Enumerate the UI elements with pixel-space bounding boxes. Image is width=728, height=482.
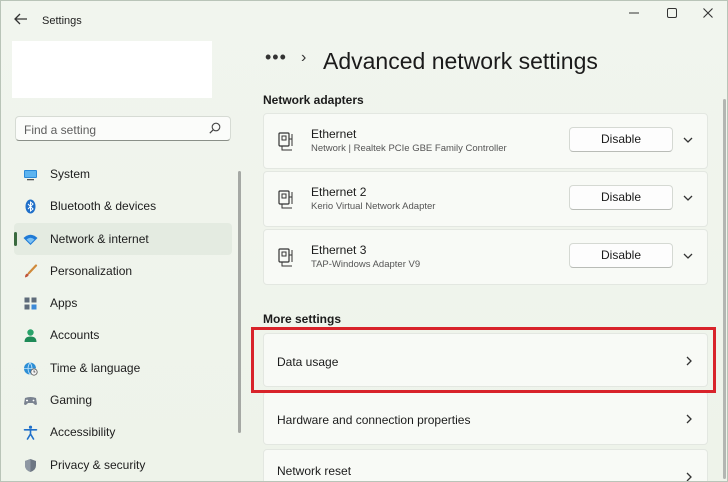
accounts-icon xyxy=(24,329,37,343)
sidebar-item-label: Accessibility xyxy=(50,425,116,440)
sidebar-item-accessibility[interactable]: Accessibility xyxy=(14,416,232,448)
settings-window: Settings Find a setting System Bluetooth… xyxy=(0,0,728,482)
sidebar-item-apps[interactable]: Apps xyxy=(14,287,232,319)
chevron-down-icon[interactable] xyxy=(681,191,695,205)
adapter-description: Kerio Virtual Network Adapter xyxy=(311,201,436,212)
disable-button[interactable]: Disable xyxy=(569,185,673,210)
back-button[interactable] xyxy=(12,12,30,28)
sidebar-item-label: Apps xyxy=(50,296,78,311)
shield-icon xyxy=(25,458,36,472)
sidebar-item-label: Personalization xyxy=(50,263,133,278)
search-input[interactable]: Find a setting xyxy=(15,116,231,141)
search-icon[interactable] xyxy=(208,121,222,135)
sidebar-item-label: System xyxy=(50,167,91,181)
maximize-button[interactable] xyxy=(662,7,682,23)
setting-label: Network reset xyxy=(277,464,352,478)
sidebar-item-label: Time & language xyxy=(50,360,141,375)
setting-row-network-reset[interactable]: Network reset xyxy=(263,449,708,481)
disable-button[interactable]: Disable xyxy=(569,127,673,152)
adapter-card[interactable]: Ethernet Network | Realtek PCIe GBE Fami… xyxy=(263,113,708,169)
breadcrumb-more-button[interactable]: ••• xyxy=(265,47,287,68)
chevron-down-icon[interactable] xyxy=(681,249,695,263)
sidebar-item-system[interactable]: System xyxy=(14,158,232,190)
adapter-name: Ethernet 3 xyxy=(311,243,367,257)
ethernet-icon xyxy=(278,248,293,267)
adapter-card[interactable]: Ethernet 2 Kerio Virtual Network Adapter… xyxy=(263,171,708,227)
adapter-name: Ethernet xyxy=(311,127,357,141)
sidebar-item-accounts[interactable]: Accounts xyxy=(14,319,232,351)
search-placeholder: Find a setting xyxy=(24,123,97,137)
sidebar-item-time-language[interactable]: Time & language xyxy=(14,352,232,384)
section-title-more-settings: More settings xyxy=(263,312,342,326)
sidebar-item-label: Bluetooth & devices xyxy=(50,199,157,214)
close-icon xyxy=(703,8,713,18)
title-bar: Settings xyxy=(1,1,727,37)
breadcrumb-separator: › xyxy=(301,49,307,66)
chevron-right-icon xyxy=(686,472,692,481)
network-wifi-icon xyxy=(23,234,38,245)
disable-button[interactable]: Disable xyxy=(569,243,673,268)
accessibility-icon xyxy=(23,425,38,441)
chevron-down-icon[interactable] xyxy=(681,133,695,147)
adapter-description: Network | Realtek PCIe GBE Family Contro… xyxy=(311,143,507,154)
apps-icon xyxy=(24,297,37,310)
sidebar-item-label: Privacy & security xyxy=(50,457,146,472)
back-arrow-icon xyxy=(14,13,27,25)
setting-label: Hardware and connection properties xyxy=(277,413,471,427)
section-title-network-adapters: Network adapters xyxy=(263,93,364,107)
adapter-card[interactable]: Ethernet 3 TAP-Windows Adapter V9 Disabl… xyxy=(263,229,708,285)
gamepad-icon xyxy=(24,397,37,406)
minimize-button[interactable] xyxy=(624,7,644,23)
user-profile-card[interactable] xyxy=(12,41,212,98)
sidebar-item-personalization[interactable]: Personalization xyxy=(14,255,232,287)
globe-clock-icon xyxy=(24,362,38,376)
sidebar-item-label: Network & internet xyxy=(50,231,149,246)
close-button[interactable] xyxy=(698,7,718,23)
system-icon xyxy=(24,170,37,181)
sidebar-item-privacy-security[interactable]: Privacy & security xyxy=(14,449,232,481)
sidebar-item-network[interactable]: Network & internet xyxy=(14,222,232,255)
adapter-name: Ethernet 2 xyxy=(311,185,367,199)
chevron-right-icon xyxy=(686,414,692,424)
sidebar-item-bluetooth[interactable]: Bluetooth & devices xyxy=(14,190,232,222)
brush-icon xyxy=(25,264,38,278)
sidebar-item-gaming[interactable]: Gaming xyxy=(14,384,232,416)
maximize-icon xyxy=(667,8,677,18)
sidebar-nav: System Bluetooth & devices Network & int… xyxy=(14,158,232,481)
minimize-icon xyxy=(629,12,639,14)
sidebar-item-label: Accounts xyxy=(50,328,100,343)
ethernet-icon xyxy=(278,132,293,151)
page-title: Advanced network settings xyxy=(323,48,598,74)
highlight-annotation xyxy=(251,327,716,393)
sidebar-item-label: Gaming xyxy=(50,393,93,408)
sidebar-scrollbar[interactable] xyxy=(238,171,241,433)
ethernet-icon xyxy=(278,190,293,209)
setting-row-hardware-properties[interactable]: Hardware and connection properties xyxy=(263,391,708,445)
adapter-description: TAP-Windows Adapter V9 xyxy=(311,259,421,270)
bluetooth-icon xyxy=(25,199,36,214)
main-scrollbar[interactable] xyxy=(723,99,726,479)
app-title: Settings xyxy=(42,15,82,27)
